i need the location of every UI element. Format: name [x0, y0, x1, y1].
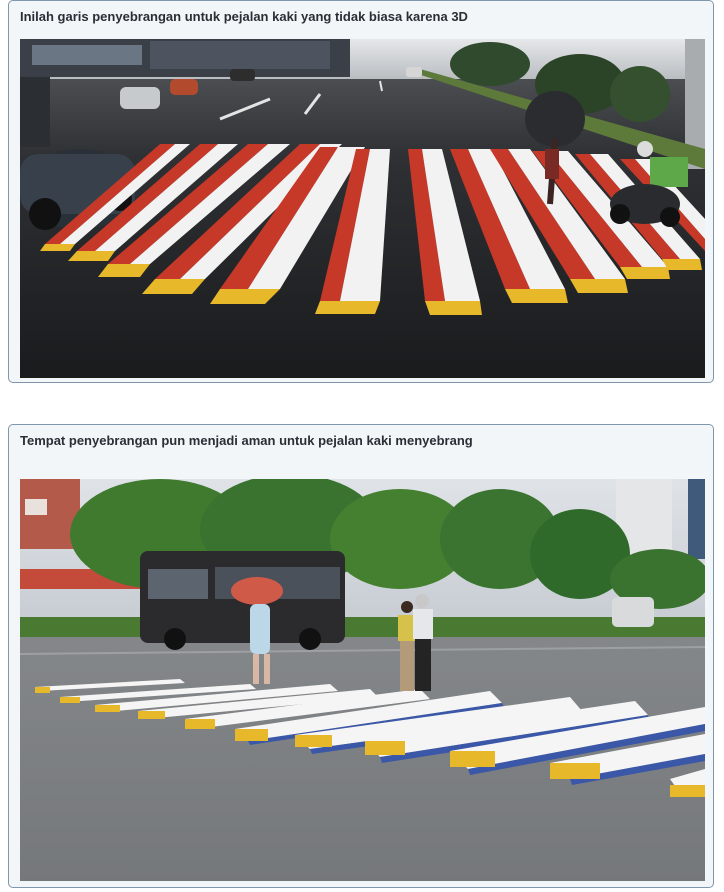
article-card-1: Inilah garis penyebrangan untuk pejalan … [8, 0, 714, 383]
article-card-2: Tempat penyebrangan pun menjadi aman unt… [8, 424, 714, 888]
crosswalk-3d-photo-1[interactable] [20, 39, 705, 378]
crosswalk-3d-photo-2[interactable] [20, 479, 705, 881]
image-caption-1: Inilah garis penyebrangan untuk pejalan … [20, 9, 468, 24]
image-caption-2: Tempat penyebrangan pun menjadi aman unt… [20, 433, 473, 448]
